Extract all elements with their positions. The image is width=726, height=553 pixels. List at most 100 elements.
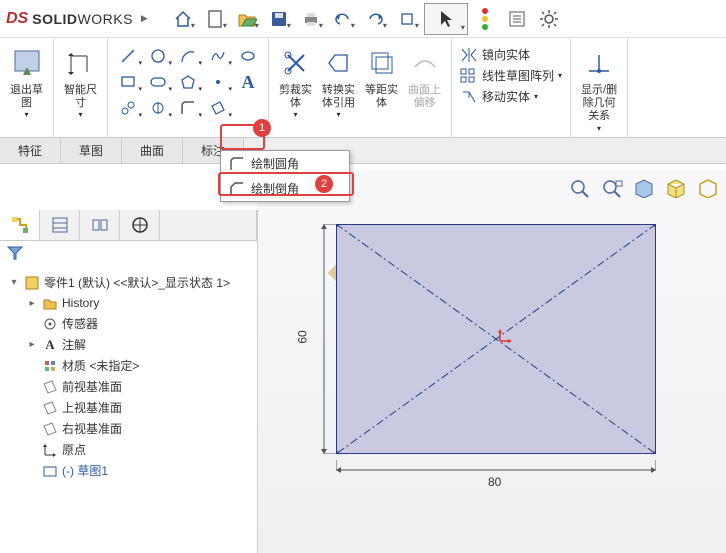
circle-tool[interactable] [144, 44, 172, 68]
tree-sensors-label: 传感器 [62, 315, 98, 332]
sketch-tools-group: A [108, 38, 269, 137]
list-button[interactable] [502, 5, 532, 33]
exit-sketch-label: 退出草 图 [10, 84, 43, 110]
logo-ds: DS [6, 10, 28, 28]
display-rel-label: 显示/删 除几何 关系 [581, 84, 617, 124]
dim-width[interactable]: 80 [488, 475, 501, 489]
tree-sketch1[interactable]: (-) 草图1 [4, 460, 253, 481]
dimxpert-tab[interactable] [120, 210, 160, 240]
open-button[interactable] [232, 5, 262, 33]
trim-button[interactable]: 剪裁实 体 [275, 42, 316, 121]
point-tool[interactable] [204, 70, 232, 94]
tree-front-label: 前视基准面 [62, 378, 122, 395]
tree-origin[interactable]: 原点 [4, 439, 253, 460]
app-menu-drop[interactable]: ▶ [141, 13, 148, 24]
offset-button[interactable]: 等距实 体 [361, 42, 402, 121]
quick-access [168, 3, 564, 35]
panel-tabs-spacer [160, 210, 257, 240]
select-button[interactable] [424, 3, 468, 35]
trim-label: 剪裁实 体 [279, 84, 312, 110]
property-tab[interactable] [40, 210, 80, 240]
sketch-chamfer-label: 绘制倒角 [251, 180, 299, 197]
smart-dim-label: 智能尺 寸 [64, 84, 97, 110]
slot-tool[interactable] [144, 70, 172, 94]
tree-top-label: 上视基准面 [62, 399, 122, 416]
feature-manager-panel: ▾零件1 (默认) <<默认>_显示状态 1> ▸History 传感器 ▸A注… [0, 210, 258, 553]
tree-annotations[interactable]: ▸A注解 [4, 334, 253, 355]
new-button[interactable] [200, 5, 230, 33]
brand-2: WORKS [78, 11, 133, 27]
rectangle-tool[interactable] [114, 70, 142, 94]
smart-dimension-button[interactable]: 智能尺 寸 [60, 42, 101, 121]
command-tabs: 特征 草图 曲面 标注 [0, 138, 726, 164]
dim-height[interactable]: 60 [296, 330, 310, 343]
filter-row [0, 241, 257, 268]
tree-material[interactable]: 材质 <未指定> [4, 355, 253, 376]
ellipse-tool[interactable] [234, 44, 262, 68]
traffic-icon[interactable] [470, 5, 500, 33]
tree-root[interactable]: ▾零件1 (默认) <<默认>_显示状态 1> [4, 272, 253, 293]
display-relations-button[interactable]: 显示/删 除几何 关系 [577, 42, 621, 135]
tree-sketch1-label: (-) 草图1 [62, 462, 108, 479]
tree-history[interactable]: ▸History [4, 293, 253, 313]
transform-group: 镜向实体 线性草图阵列▾ 移动实体▾ [452, 38, 571, 137]
filter-icon[interactable] [6, 245, 24, 261]
sketch-origin-icon [488, 329, 512, 358]
tab-features[interactable]: 特征 [0, 138, 61, 163]
tree-right-plane[interactable]: 右视基准面 [4, 418, 253, 439]
graphics-area[interactable]: ◆ 腾轩 60 80 [258, 170, 726, 553]
modify-group: 剪裁实 体 转换实 体引用 等距实 体 曲面上 偏移 [269, 38, 452, 137]
section-icon[interactable] [630, 176, 658, 200]
centerpoint-tool[interactable] [114, 96, 142, 120]
app-logo: DS SOLIDWORKS ▶ [6, 10, 148, 28]
print-button[interactable] [296, 5, 326, 33]
tab-sketch[interactable]: 草图 [61, 138, 122, 163]
settings-button[interactable] [534, 5, 564, 33]
view-orient-icon[interactable] [662, 176, 690, 200]
plane-tool[interactable] [204, 96, 232, 120]
tree-right-label: 右视基准面 [62, 420, 122, 437]
offset-label: 等距实 体 [365, 84, 398, 110]
panel-tabs [0, 210, 257, 241]
config-tab[interactable] [80, 210, 120, 240]
arc-tool[interactable] [174, 44, 202, 68]
move-label: 移动实体 [482, 88, 530, 105]
tree-top-plane[interactable]: 上视基准面 [4, 397, 253, 418]
slot-center-tool[interactable] [144, 96, 172, 120]
tree-history-label: History [62, 296, 99, 310]
convert-button[interactable]: 转换实 体引用 [318, 42, 359, 121]
dim-height-leader [312, 224, 336, 454]
rebuild-button[interactable] [392, 5, 422, 33]
pattern-button[interactable]: 线性草图阵列▾ [460, 65, 562, 86]
sketch-fillet-item[interactable]: 绘制圆角 [221, 151, 349, 176]
tab-surface[interactable]: 曲面 [122, 138, 183, 163]
offset-surface-button: 曲面上 偏移 [404, 42, 445, 121]
callout-1: 1 [253, 119, 271, 137]
tree-front-plane[interactable]: 前视基准面 [4, 376, 253, 397]
save-button[interactable] [264, 5, 294, 33]
zoom-area-icon[interactable] [598, 176, 626, 200]
polygon-tool[interactable] [174, 70, 202, 94]
line-tool[interactable] [114, 44, 142, 68]
dimension-group: 智能尺 寸 [54, 38, 108, 137]
move-button[interactable]: 移动实体▾ [460, 86, 538, 107]
undo-button[interactable] [328, 5, 358, 33]
convert-label: 转换实 体引用 [322, 84, 355, 110]
relations-group: 显示/删 除几何 关系 [571, 38, 628, 137]
home-button[interactable] [168, 5, 198, 33]
redo-button[interactable] [360, 5, 390, 33]
text-tool[interactable]: A [234, 70, 262, 94]
spline-tool[interactable] [204, 44, 232, 68]
tree-material-label: 材质 <未指定> [62, 357, 139, 374]
zoom-fit-icon[interactable] [566, 176, 594, 200]
exit-sketch-button[interactable]: 退出草 图 [6, 42, 47, 121]
fillet-dropdown: 绘制圆角 绘制倒角 [220, 150, 350, 202]
tree-sensors[interactable]: 传感器 [4, 313, 253, 334]
sketch-fillet-label: 绘制圆角 [251, 155, 299, 172]
mirror-button[interactable]: 镜向实体 [460, 44, 530, 65]
sketch-rectangle[interactable] [336, 224, 656, 454]
fillet-tool[interactable] [174, 96, 202, 120]
offset-surface-label: 曲面上 偏移 [408, 84, 441, 110]
display-style-icon[interactable] [694, 176, 722, 200]
feature-tree-tab[interactable] [0, 210, 40, 240]
